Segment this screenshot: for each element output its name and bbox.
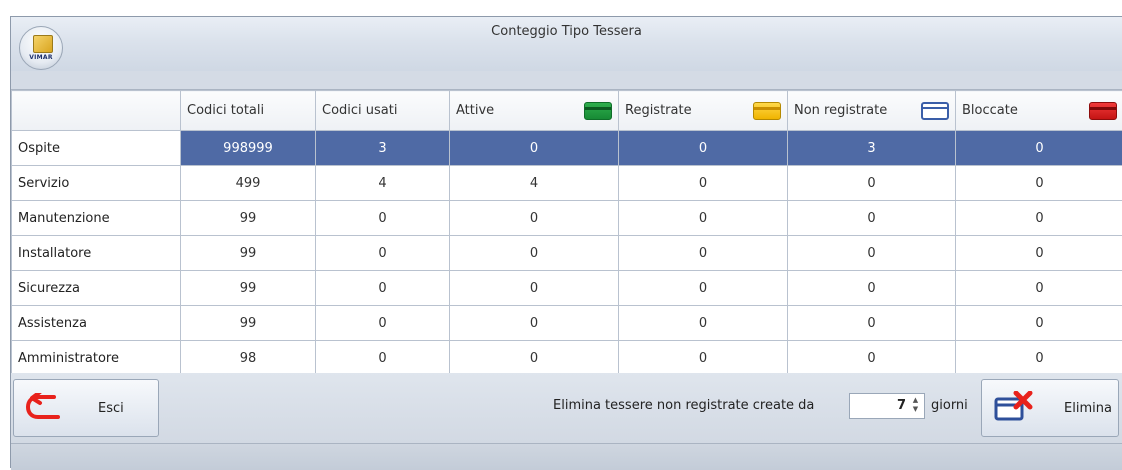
table-cell[interactable]: 0 xyxy=(619,306,788,341)
days-unit-label: giorni xyxy=(931,398,968,413)
table-cell[interactable]: 0 xyxy=(450,201,619,236)
table-row-servizio[interactable]: Servizio 499 4 4 0 0 0 xyxy=(12,166,1122,201)
row-label: Sicurezza xyxy=(12,271,181,306)
table-cell[interactable]: 0 xyxy=(956,306,1122,341)
column-header-attive[interactable]: Attive xyxy=(450,91,619,131)
action-bar: Esci Elimina tessere non registrate crea… xyxy=(11,373,1122,443)
row-label: Assistenza xyxy=(12,306,181,341)
table-row-amministratore[interactable]: Amministratore 98 0 0 0 0 0 xyxy=(12,341,1122,376)
table-cell[interactable]: 0 xyxy=(450,131,619,166)
table-cell[interactable]: 0 xyxy=(619,341,788,376)
table-cell[interactable]: 98 xyxy=(181,341,316,376)
days-stepper[interactable]: 7 ▲▼ xyxy=(849,393,925,419)
table-cell[interactable]: 0 xyxy=(788,271,956,306)
table-cell[interactable]: 99 xyxy=(181,306,316,341)
column-header-codici-usati[interactable]: Codici usati xyxy=(316,91,450,131)
table-cell[interactable]: 0 xyxy=(956,131,1122,166)
table-cell[interactable]: 0 xyxy=(619,131,788,166)
card-green-icon xyxy=(584,102,612,120)
column-header-label: Bloccate xyxy=(962,103,1018,118)
column-header-non-registrate[interactable]: Non registrate xyxy=(788,91,956,131)
column-header-label: Registrate xyxy=(625,103,692,118)
table-cell[interactable]: 0 xyxy=(956,271,1122,306)
column-header-label: Non registrate xyxy=(794,103,887,118)
exit-button[interactable]: Esci xyxy=(13,379,159,437)
table-cell[interactable]: 499 xyxy=(181,166,316,201)
row-label: Servizio xyxy=(12,166,181,201)
table-cell[interactable]: 0 xyxy=(450,271,619,306)
title-bar: VIMAR Conteggio Tipo Tessera xyxy=(11,17,1122,71)
table-cell[interactable]: 0 xyxy=(619,271,788,306)
table-cell[interactable]: 0 xyxy=(316,271,450,306)
column-header-label: Attive xyxy=(456,103,494,118)
table-cell[interactable]: 0 xyxy=(788,201,956,236)
card-white-icon xyxy=(921,102,949,120)
table-cell[interactable]: 3 xyxy=(316,131,450,166)
window-title: Conteggio Tipo Tessera xyxy=(11,24,1122,39)
table-cell[interactable]: 0 xyxy=(956,166,1122,201)
table-row-ospite[interactable]: Ospite 998999 3 0 0 3 0 xyxy=(12,131,1122,166)
row-label: Installatore xyxy=(12,236,181,271)
table-cell[interactable]: 0 xyxy=(450,236,619,271)
column-header-codici-totali[interactable]: Codici totali xyxy=(181,91,316,131)
column-header-label: Codici usati xyxy=(322,103,397,118)
table-cell[interactable]: 0 xyxy=(450,341,619,376)
delete-unregistered-label: Elimina tessere non registrate create da xyxy=(553,398,814,413)
delete-card-icon xyxy=(994,391,1034,425)
table-corner-cell xyxy=(12,91,181,131)
column-header-registrate[interactable]: Registrate xyxy=(619,91,788,131)
table-cell[interactable]: 0 xyxy=(619,236,788,271)
table-cell[interactable]: 0 xyxy=(788,306,956,341)
row-label: Manutenzione xyxy=(12,201,181,236)
table-cell[interactable]: 0 xyxy=(619,166,788,201)
table-cell[interactable]: 0 xyxy=(316,306,450,341)
delete-button[interactable]: Elimina xyxy=(981,379,1119,437)
card-count-grid: Codici totali Codici usati Attive Regist… xyxy=(11,89,1122,375)
card-yellow-icon xyxy=(753,102,781,120)
table-row-sicurezza[interactable]: Sicurezza 99 0 0 0 0 0 xyxy=(12,271,1122,306)
table-cell[interactable]: 3 xyxy=(788,131,956,166)
card-count-table: Codici totali Codici usati Attive Regist… xyxy=(11,90,1122,376)
delete-button-label: Elimina xyxy=(1064,401,1112,416)
table-cell[interactable]: 0 xyxy=(316,201,450,236)
table-cell[interactable]: 0 xyxy=(316,236,450,271)
logo-text: VIMAR xyxy=(20,54,62,61)
card-red-icon xyxy=(1089,102,1117,120)
table-row-installatore[interactable]: Installatore 99 0 0 0 0 0 xyxy=(12,236,1122,271)
exit-button-label: Esci xyxy=(98,401,124,416)
table-cell[interactable]: 998999 xyxy=(181,131,316,166)
table-cell[interactable]: 0 xyxy=(788,166,956,201)
card-count-window: VIMAR Conteggio Tipo Tessera Codici tota… xyxy=(10,16,1122,468)
table-cell[interactable]: 0 xyxy=(450,306,619,341)
table-cell[interactable]: 0 xyxy=(316,341,450,376)
table-cell[interactable]: 0 xyxy=(956,236,1122,271)
column-header-label: Codici totali xyxy=(187,103,264,118)
stepper-arrows-icon[interactable]: ▲▼ xyxy=(910,396,921,416)
column-header-bloccate[interactable]: Bloccate xyxy=(956,91,1122,131)
exit-arrow-icon xyxy=(24,393,64,425)
status-bar xyxy=(11,443,1122,470)
table-row-manutenzione[interactable]: Manutenzione 99 0 0 0 0 0 xyxy=(12,201,1122,236)
table-cell[interactable]: 4 xyxy=(316,166,450,201)
table-cell[interactable]: 4 xyxy=(450,166,619,201)
days-value: 7 xyxy=(897,398,906,413)
table-cell[interactable]: 99 xyxy=(181,236,316,271)
table-cell[interactable]: 0 xyxy=(956,201,1122,236)
table-header-row: Codici totali Codici usati Attive Regist… xyxy=(12,91,1122,131)
table-cell[interactable]: 0 xyxy=(619,201,788,236)
row-label: Ospite xyxy=(12,131,181,166)
table-cell[interactable]: 0 xyxy=(788,236,956,271)
table-row-assistenza[interactable]: Assistenza 99 0 0 0 0 0 xyxy=(12,306,1122,341)
table-cell[interactable]: 0 xyxy=(788,341,956,376)
row-label: Amministratore xyxy=(12,341,181,376)
table-cell[interactable]: 99 xyxy=(181,271,316,306)
table-cell[interactable]: 99 xyxy=(181,201,316,236)
table-cell[interactable]: 0 xyxy=(956,341,1122,376)
